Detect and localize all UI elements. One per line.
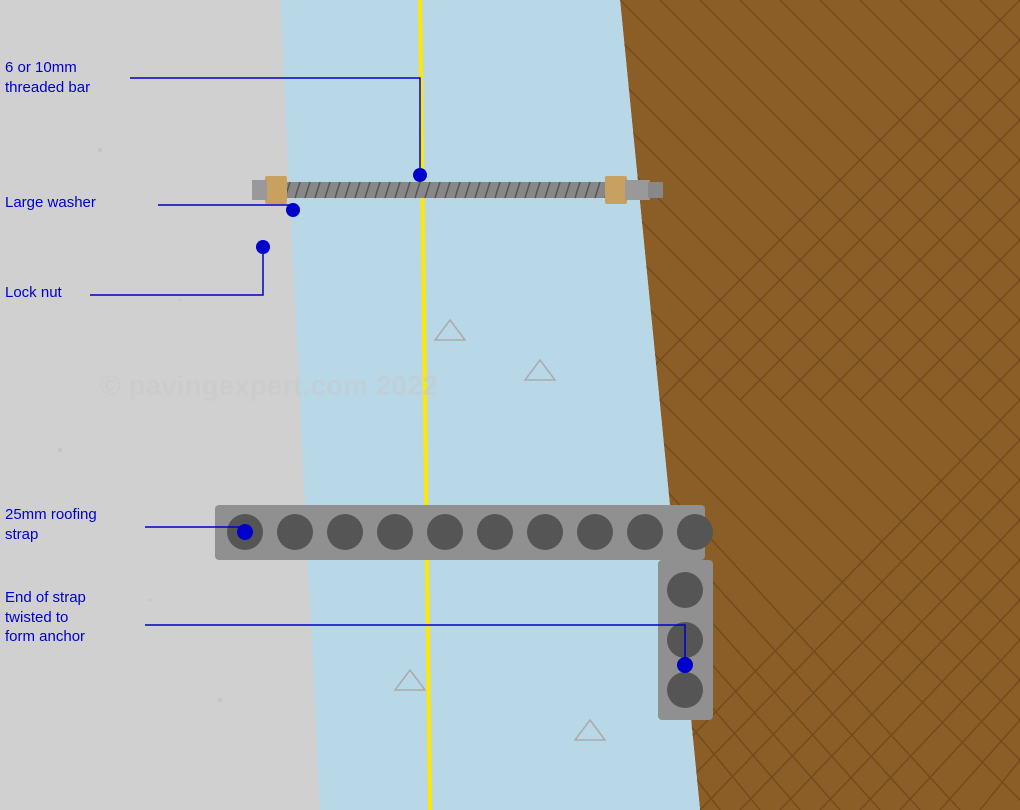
label-threaded-bar: 6 or 10mmthreaded bar xyxy=(5,58,90,97)
diagram-canvas: 6 or 10mmthreaded bar Large washer Lock … xyxy=(0,0,1020,810)
label-large-washer: Large washer xyxy=(5,193,96,213)
label-roofing-strap: 25mm roofingstrap xyxy=(5,505,97,544)
label-lock-nut: Lock nut xyxy=(5,283,62,303)
label-end-of-strap: End of straptwisted toform anchor xyxy=(5,588,86,647)
